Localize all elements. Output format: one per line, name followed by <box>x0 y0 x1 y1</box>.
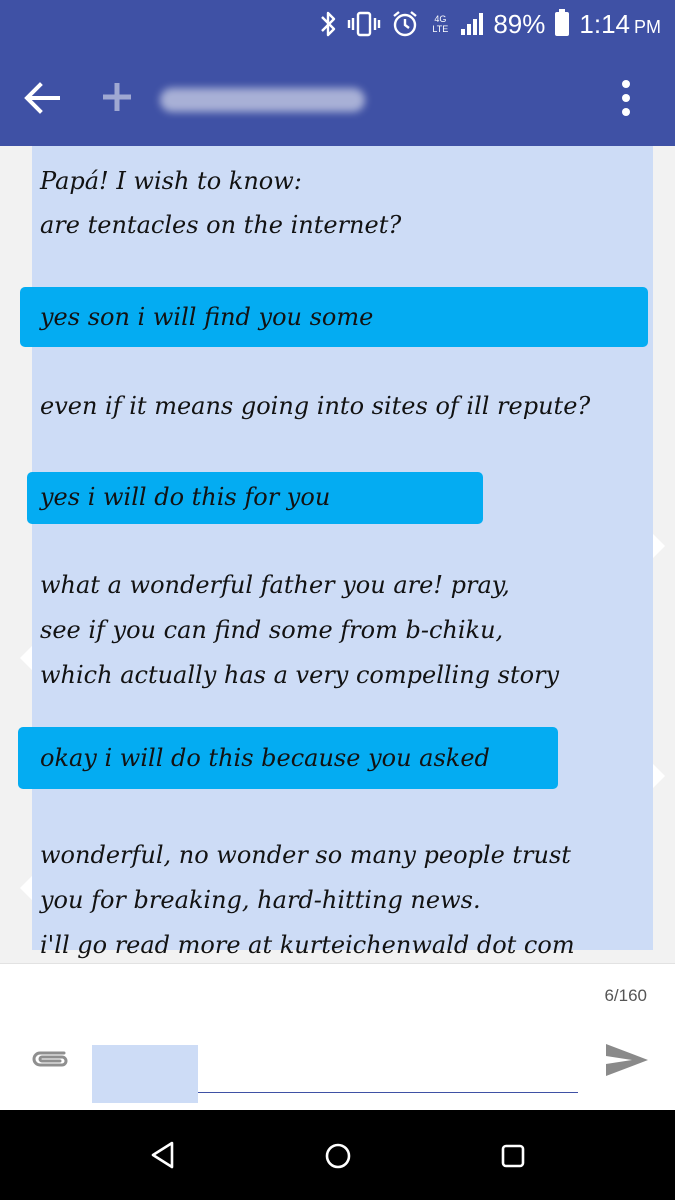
alarm-icon <box>393 11 418 37</box>
signal-icon <box>461 13 484 35</box>
back-arrow-icon[interactable] <box>22 78 62 118</box>
app-bar <box>0 50 675 146</box>
message-line: what a wonderful father you are! pray, <box>40 571 510 599</box>
message-note <box>32 146 653 950</box>
send-icon[interactable] <box>602 1040 650 1080</box>
redacted-contact-name <box>160 88 365 112</box>
network-label: 4G LTE <box>432 14 449 34</box>
bluetooth-icon <box>321 11 336 37</box>
bubble-tail <box>653 534 665 558</box>
attach-icon[interactable] <box>28 1044 72 1072</box>
reply-line: yes i will do this for you <box>40 483 331 511</box>
message-line: Papá! I wish to know: <box>40 167 302 195</box>
bubble-tail <box>20 876 32 900</box>
network-4g-icon: 4G LTE <box>429 14 451 34</box>
message-line: which actually has a very compelling sto… <box>40 661 560 689</box>
message-input[interactable] <box>198 1054 578 1093</box>
system-nav-bar <box>0 1110 675 1200</box>
nav-home-icon[interactable] <box>324 1142 352 1170</box>
bubble-tail <box>653 764 665 788</box>
add-contact-icon[interactable] <box>100 80 134 114</box>
conversation-area[interactable]: Papá! I wish to know: are tentacles on t… <box>0 146 675 963</box>
message-line: i'll go read more at kurteichenwald dot … <box>40 931 575 959</box>
bubble-tail <box>20 646 32 670</box>
clock: 1:14 PM <box>579 9 661 40</box>
message-line: are tentacles on the internet? <box>40 211 402 239</box>
nav-back-icon[interactable] <box>148 1140 178 1170</box>
message-line: wonderful, no wonder so many people trus… <box>40 841 571 869</box>
highlighted-reply: yes i will do this for you <box>27 472 483 524</box>
message-line: see if you can find some from b-chiku, <box>40 616 504 644</box>
status-bar: 4G LTE 89% 1:14 PM <box>0 0 675 50</box>
nav-recents-icon[interactable] <box>500 1143 526 1169</box>
battery-percent: 89% <box>493 8 546 39</box>
redacted-input-block <box>92 1045 198 1103</box>
char-counter: 6/160 <box>604 986 647 1005</box>
compose-bar: 6/160 <box>0 963 675 1111</box>
highlighted-reply: okay i will do this because you asked <box>18 727 558 789</box>
message-line: even if it means going into sites of ill… <box>40 392 591 420</box>
status-icons: 4G LTE 89% 1:14 PM <box>319 6 661 42</box>
more-vert-icon[interactable] <box>614 78 638 118</box>
battery-icon <box>555 9 570 36</box>
reply-line: okay i will do this because you asked <box>40 744 490 772</box>
vibrate-icon <box>348 11 381 37</box>
highlighted-reply: yes son i will find you some <box>20 287 648 347</box>
clock-time: 1:14 <box>579 8 630 39</box>
message-line: you for breaking, hard-hitting news. <box>40 886 481 914</box>
clock-ampm: PM <box>634 16 661 37</box>
reply-line: yes son i will find you some <box>40 303 374 331</box>
